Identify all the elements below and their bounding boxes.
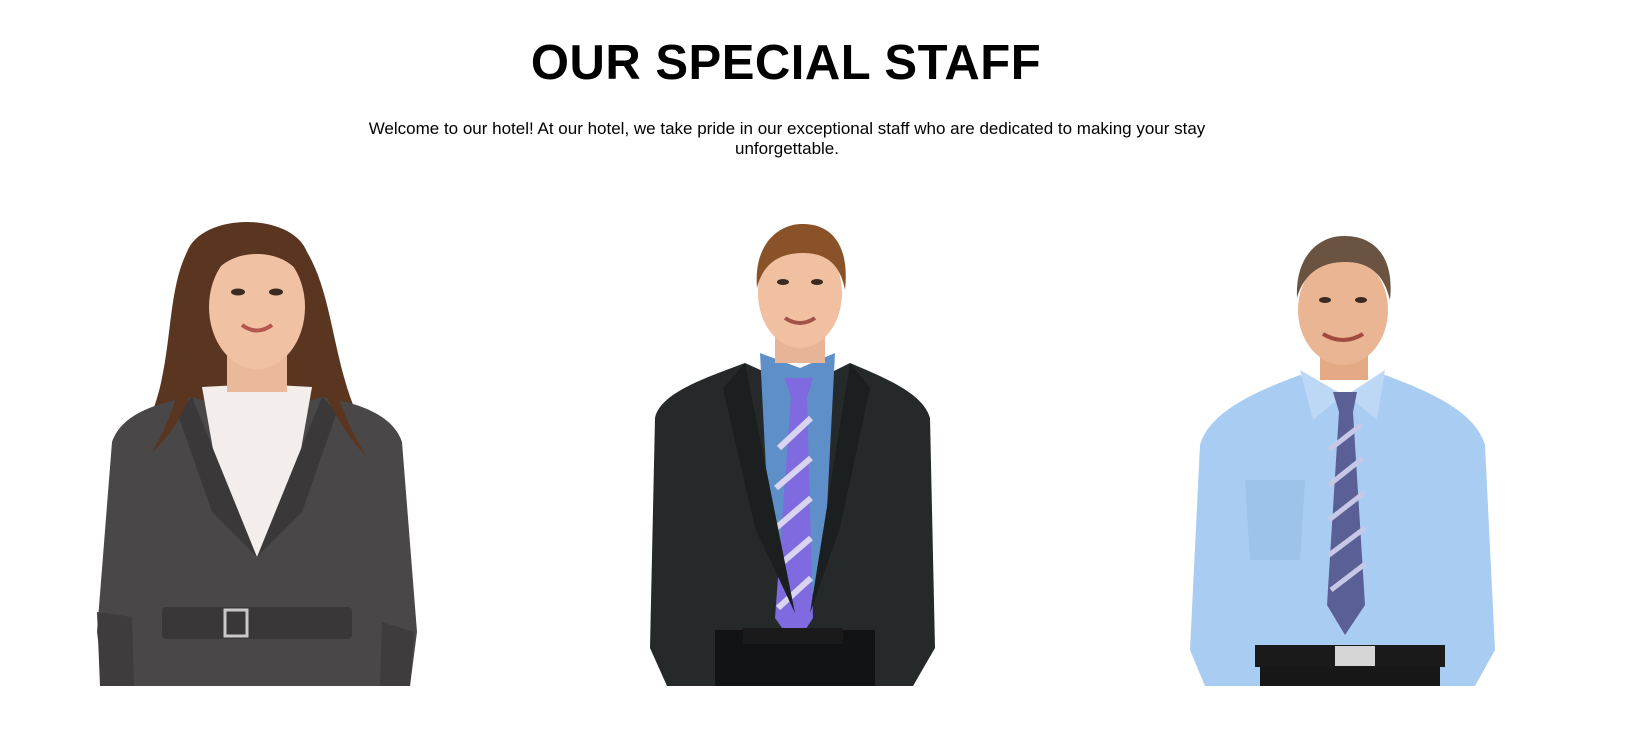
staff-gallery xyxy=(0,0,1642,736)
staff-photo-woman xyxy=(92,212,422,686)
staff-photo-man-shirt xyxy=(1185,230,1500,686)
staff-photo-man-suit xyxy=(645,218,940,686)
staff-page: OUR SPECIAL STAFF Welcome to our hotel! … xyxy=(0,0,1642,736)
